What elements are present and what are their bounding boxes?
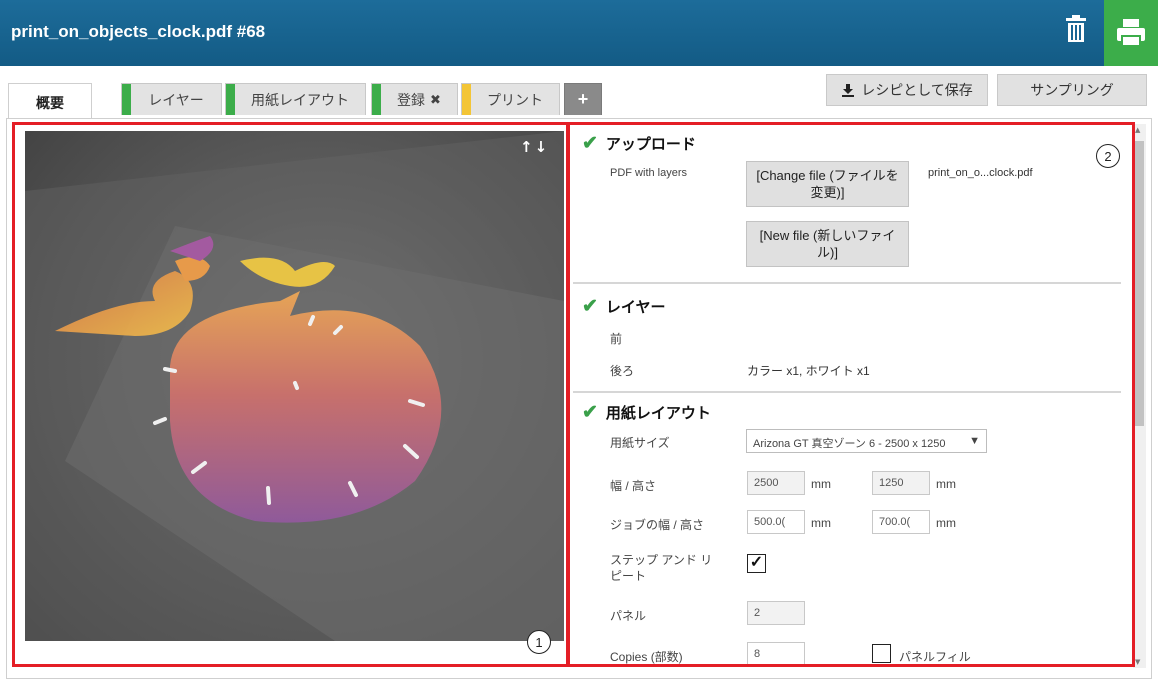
callout-number: 1 [527,630,551,654]
tab-overview[interactable]: 概要 [8,83,92,121]
download-icon [842,84,855,97]
close-icon[interactable]: ✖ [430,92,441,108]
scrollbar-thumb[interactable] [1135,141,1144,426]
save-as-recipe-label: レシピとして保存 [861,82,973,98]
status-stripe-yellow [462,84,471,115]
title-bar: print_on_objects_clock.pdf #68 [0,0,1158,66]
trash-icon [1066,15,1086,42]
callout-number: 2 [1096,144,1120,168]
save-as-recipe-button[interactable]: レシピとして保存 [826,74,988,106]
printer-icon [1117,19,1145,47]
plus-icon: + [577,89,589,109]
delete-button[interactable] [1058,10,1094,50]
status-stripe-green [372,84,381,115]
tab-label: レイヤー [148,91,204,108]
tab-label: 登録 [397,91,426,108]
scroll-up-icon[interactable]: ▲ [1135,126,1140,134]
status-stripe-green [226,84,235,115]
tab-media-layout[interactable]: 用紙レイアウト [225,83,366,115]
tab-print[interactable]: プリント [461,83,560,115]
sampling-label: サンプリング [1030,82,1114,98]
tab-registration[interactable]: 登録 ✖ [371,83,458,115]
window-title: print_on_objects_clock.pdf #68 [11,22,266,41]
add-tab-button[interactable]: + [564,83,602,115]
tab-label: 用紙レイアウト [251,91,349,108]
sampling-button[interactable]: サンプリング [997,74,1147,106]
status-stripe-green [122,84,131,115]
tab-layers[interactable]: レイヤー [121,83,222,115]
print-button[interactable] [1104,0,1158,66]
tab-label: 概要 [36,94,64,111]
highlight-box-preview [12,122,569,667]
tab-label: プリント [487,91,543,108]
tab-bar: 概要 レイヤー 用紙レイアウト 登録 ✖ プリント + レシピとして保存 サンプ… [0,66,1158,121]
scroll-down-icon[interactable]: ▼ [1135,658,1140,666]
highlight-box-settings [567,122,1135,667]
